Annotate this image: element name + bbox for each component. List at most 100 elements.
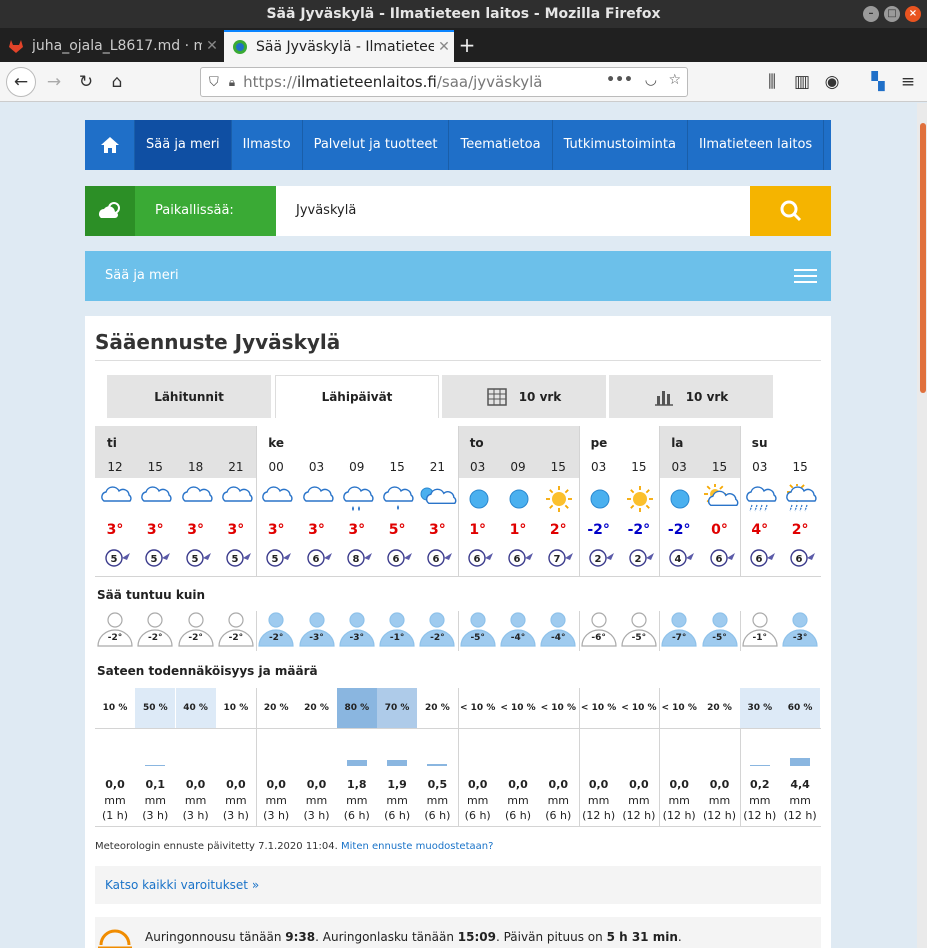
wind-indicator: 6 — [422, 547, 462, 569]
svg-text:6: 6 — [715, 554, 722, 565]
forward-button[interactable]: → — [42, 70, 66, 94]
precip-probability: < 10 % — [580, 703, 617, 713]
feels-like-person-icon: -2° — [95, 611, 135, 647]
svg-text:5: 5 — [191, 554, 198, 565]
section-menu-bar[interactable]: Sää ja meri — [85, 251, 831, 301]
temperature: 3° — [429, 522, 446, 538]
wind-indicator: 6 — [463, 547, 503, 569]
library-icon[interactable]: ⫼ — [760, 70, 784, 94]
svg-text:5: 5 — [151, 554, 158, 565]
search-button[interactable] — [750, 186, 831, 236]
maximize-icon[interactable]: □ — [884, 6, 900, 22]
nav-item[interactable]: Ilmasto — [232, 120, 303, 170]
temperature: 5° — [388, 522, 406, 538]
sidebar-icon[interactable]: ▥ — [790, 70, 814, 94]
hour-label: 03 — [470, 460, 486, 474]
precip-unit: mm — [104, 794, 126, 807]
tab-10-days-table[interactable]: 10 vrk — [442, 375, 606, 418]
back-button[interactable]: ← — [6, 67, 36, 97]
precip-unit: mm — [547, 794, 570, 807]
precip-amount: 0,0 — [226, 778, 246, 791]
precip-period: (6 h) — [343, 809, 370, 822]
close-icon[interactable]: × — [905, 6, 921, 22]
precip-period: (6 h) — [384, 809, 411, 822]
account-icon[interactable]: ◉ — [820, 70, 844, 94]
precip-amount: 0,5 — [427, 778, 448, 791]
scrollbar-thumb[interactable] — [920, 123, 926, 393]
svg-text:6: 6 — [755, 554, 762, 565]
precip-period: (12 h) — [662, 809, 696, 822]
section-title: Sää ja meri — [105, 268, 179, 283]
svg-text:4: 4 — [675, 554, 682, 565]
table-icon — [486, 387, 507, 406]
page-actions-icon[interactable]: ••• — [606, 72, 633, 88]
hour-label: 21 — [429, 460, 446, 474]
weather-icon-cloud — [217, 484, 257, 517]
tab-weather[interactable]: Sää Jyväskylä - Ilmatieteen ✕ — [224, 30, 454, 62]
forecast-method-link[interactable]: Miten ennuste muodostetaan? — [341, 841, 493, 852]
menu-icon[interactable]: ≡ — [896, 70, 920, 94]
bookmark-star-icon[interactable]: ☆ — [668, 72, 681, 88]
search-icon — [780, 200, 801, 222]
nav-item[interactable]: Tutkimustoiminta — [553, 120, 688, 170]
page-title: Sääennuste Jyväskylä — [95, 330, 341, 354]
weather-search-icon — [85, 186, 135, 236]
minimize-icon[interactable]: – — [863, 6, 879, 22]
precip-amount: 1,8 — [347, 778, 367, 791]
wind-indicator: 5 — [221, 547, 261, 569]
weather-icon-moon — [580, 484, 620, 517]
precip-probability: < 10 % — [460, 703, 496, 713]
tab-close-icon[interactable]: ✕ — [202, 38, 222, 54]
nav-item[interactable]: Ilmatieteen laitos — [688, 120, 825, 170]
window-title-bar: Sää Jyväskylä - Ilmatieteen laitos - Moz… — [0, 0, 927, 28]
url-bar[interactable]: ⛉ 🔒︎ https://ilmatieteenlaitos.fi/saa/jy… — [200, 67, 688, 97]
temperature: 2° — [549, 522, 567, 538]
gitlab-icon — [9, 40, 23, 53]
wind-indicator: 6 — [503, 547, 543, 569]
nav-item[interactable]: Sää ja meri — [135, 120, 232, 170]
new-tab-button[interactable]: + — [455, 30, 479, 60]
tab-10-days-chart[interactable]: 10 vrk — [609, 375, 773, 418]
precip-period: (6 h) — [504, 809, 532, 822]
hamburger-menu-icon[interactable] — [794, 269, 817, 287]
nav-item[interactable]: Palvelut ja tuotteet — [303, 120, 450, 170]
sunrise-label: Auringonnousu tänään — [145, 930, 282, 944]
home-nav-button[interactable] — [85, 120, 135, 170]
lock-icon[interactable]: 🔒︎ — [229, 75, 235, 90]
url-prefix: https:// — [243, 73, 297, 91]
precip-probability: < 10 % — [500, 703, 536, 713]
precip-period: (12 h) — [783, 809, 817, 822]
svg-text:2: 2 — [634, 554, 641, 565]
feels-like-value: -2° — [228, 633, 244, 643]
temperature: -2° — [667, 522, 691, 538]
shield-icon[interactable]: ⛉ — [209, 75, 219, 90]
nav-item[interactable]: Teematietoa — [449, 120, 553, 170]
location-input[interactable]: Jyväskylä — [276, 186, 750, 236]
precip-unit: mm — [749, 794, 771, 807]
home-button[interactable]: ⌂ — [105, 70, 129, 94]
precip-amount: 0,0 — [467, 778, 488, 791]
reload-button[interactable]: ↻ — [74, 70, 98, 94]
hour-label: 03 — [671, 460, 687, 474]
temperature: 3° — [348, 522, 366, 538]
precip-amount-bar — [387, 760, 408, 766]
pocket-icon[interactable]: ◡ — [645, 72, 657, 88]
tab-nearest-hours[interactable]: Lähitunnit — [107, 375, 271, 418]
weather-icon-cloud — [177, 484, 217, 517]
temperature: 1° — [469, 522, 487, 538]
extensions-icon[interactable]: ▚ — [866, 70, 890, 94]
precip-probability: 50 % — [135, 688, 176, 728]
row-divider — [95, 728, 821, 729]
temperature: 1° — [509, 522, 527, 538]
tab-close-icon[interactable]: ✕ — [434, 39, 454, 55]
wind-indicator: 6 — [745, 547, 785, 569]
tab-nearest-days[interactable]: Lähipäivät — [275, 375, 439, 418]
hour-label: 18 — [187, 460, 204, 474]
warnings-link[interactable]: Katso kaikki varoitukset » — [95, 866, 821, 904]
tab-gitlab[interactable]: juha_ojala_L8617.md · m ✕ — [0, 30, 222, 62]
url-host: ilmatieteenlaitos.fi — [296, 73, 437, 91]
tab-label: juha_ojala_L8617.md · m — [32, 38, 202, 54]
page-scrollbar[interactable] — [917, 103, 927, 948]
precip-period: (6 h) — [464, 809, 491, 822]
wind-indicator: 5 — [100, 547, 140, 569]
